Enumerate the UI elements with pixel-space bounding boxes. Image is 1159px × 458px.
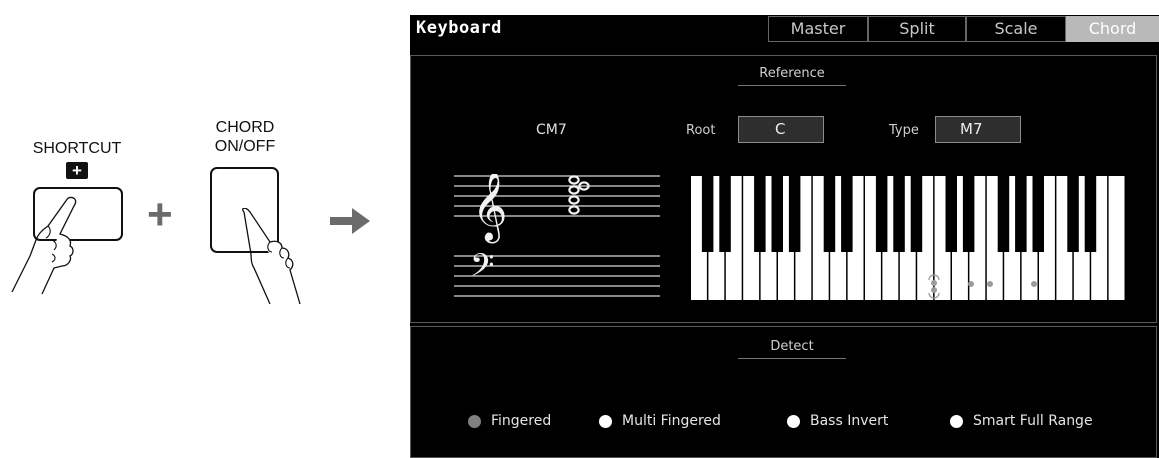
heading-underline [738, 358, 846, 359]
tab-master[interactable]: Master [768, 16, 868, 42]
right-arrow-icon [330, 208, 370, 234]
hand-icon [11, 196, 77, 295]
black-key [910, 176, 923, 252]
window-title: Keyboard [416, 18, 502, 38]
radio-label: Bass Invert [810, 413, 889, 429]
radio-label: Smart Full Range [973, 413, 1093, 429]
tab-split[interactable]: Split [868, 16, 966, 42]
reference-heading-text: Reference [759, 66, 825, 81]
chord-label-line1: CHORD [215, 119, 275, 136]
detect-heading: Detect [738, 339, 846, 359]
instruction-illustration: SHORTCUT + CHORD ON/OFF + [0, 0, 405, 458]
black-key [788, 176, 801, 252]
reference-heading: Reference [738, 66, 846, 86]
root-label: Root [686, 123, 716, 138]
black-key [997, 176, 1010, 252]
black-key [1015, 176, 1027, 252]
black-key [945, 176, 957, 252]
radio-multi-fingered[interactable]: Multi Fingered [599, 411, 721, 431]
grand-staff: 𝄞 𝄢 [454, 174, 660, 297]
black-keys [701, 176, 1097, 252]
white-key [1108, 176, 1125, 300]
black-key [1067, 176, 1079, 252]
black-key [893, 176, 905, 252]
chord-name: CM7 [536, 122, 567, 138]
black-key [962, 176, 975, 252]
plus-operator: + [147, 190, 173, 239]
bass-clef-icon: 𝄢 [470, 247, 494, 291]
black-key [719, 176, 731, 252]
keyboard-panel: Keyboard Master Split Scale Chord Refere… [410, 15, 1159, 458]
plus-badge-icon: + [66, 162, 88, 179]
title-bar: Keyboard Master Split Scale Chord [410, 15, 1159, 43]
treble-clef-icon: 𝄞 [472, 174, 507, 243]
chord-onoff-label: CHORD ON/OFF [190, 118, 300, 156]
radio-unselected-icon [599, 414, 612, 428]
type-label: Type [889, 123, 919, 138]
radio-unselected-icon [950, 414, 963, 428]
black-key [823, 176, 836, 252]
black-key [1032, 176, 1044, 252]
chord-notes [568, 175, 590, 215]
reference-section: Reference CM7 Root C Type M7 𝄞 𝄢 [410, 55, 1157, 323]
tab-chord[interactable]: Chord [1066, 16, 1159, 42]
black-key [754, 176, 766, 252]
type-field[interactable]: M7 [935, 116, 1021, 143]
black-key [1084, 176, 1097, 252]
radio-fingered[interactable]: Fingered [468, 411, 551, 431]
radio-unselected-icon [787, 414, 800, 428]
radio-selected-icon [468, 414, 481, 428]
chord-label-line2: ON/OFF [214, 138, 276, 155]
black-key [841, 176, 853, 252]
heading-underline [738, 85, 846, 86]
detect-section: Detect Fingered Multi Fingered Bass Inve… [410, 326, 1157, 458]
black-key [701, 176, 714, 252]
black-key [771, 176, 783, 252]
piano-keyboard [691, 176, 1125, 300]
hand-icon [242, 208, 301, 305]
tab-scale[interactable]: Scale [966, 16, 1066, 42]
radio-label: Fingered [491, 413, 552, 429]
radio-label: Multi Fingered [622, 413, 721, 429]
radio-smart-full-range[interactable]: Smart Full Range [950, 411, 1093, 431]
root-field[interactable]: C [738, 116, 824, 143]
black-key [875, 176, 888, 252]
radio-bass-invert[interactable]: Bass Invert [787, 411, 888, 431]
shortcut-label: SHORTCUT [32, 140, 122, 157]
detect-heading-text: Detect [770, 339, 814, 354]
detect-options: Fingered Multi Fingered Bass Invert Smar… [411, 411, 1158, 431]
